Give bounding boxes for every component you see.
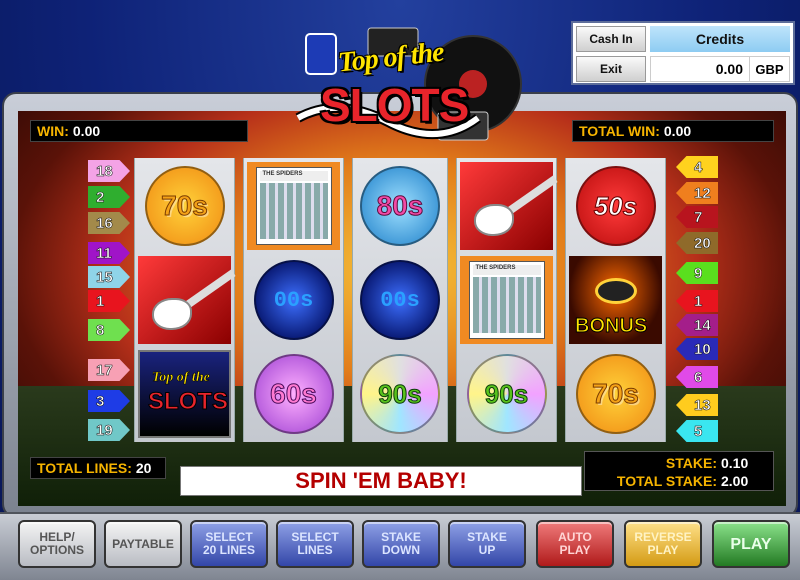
line-marker[interactable]: 19 <box>88 419 130 441</box>
line-marker[interactable]: 20 <box>676 232 718 254</box>
logo-symbol-line-1: Top of the <box>152 370 210 386</box>
win-label: WIN: <box>37 123 69 139</box>
cash-in-button[interactable]: Cash In <box>576 26 646 52</box>
status-message: SPIN 'EM BABY! <box>180 466 582 496</box>
reel-symbol: BONUS <box>569 256 662 344</box>
reel-symbol: THE SPIDERS <box>460 256 553 344</box>
select-lines-button[interactable]: SELECT LINES <box>276 520 354 568</box>
line-marker[interactable]: 16 <box>88 212 130 234</box>
line-marker[interactable]: 1 <box>676 290 718 312</box>
decade-disc-icon: 60s <box>253 354 334 434</box>
decade-disc-icon: 00s <box>360 260 440 340</box>
reverse-play-button[interactable]: REVERSE PLAY <box>624 520 702 568</box>
decade-disc-icon: 90s <box>466 354 547 434</box>
reel-symbol: 90s <box>356 350 444 438</box>
total-win-display: TOTAL WIN: 0.00 <box>572 120 774 142</box>
credits-panel: Cash In Credits Exit 0.00 GBP <box>571 21 795 85</box>
line-marker[interactable]: 18 <box>88 160 130 182</box>
stake-value: 0.10 <box>721 455 749 471</box>
reel-symbol: 60s <box>247 350 340 438</box>
logo-symbol-line-2: SLOTS <box>147 388 229 416</box>
reel-symbol <box>460 162 558 250</box>
reel: 80s 00s 90s <box>352 158 448 442</box>
reel-symbol: 50s <box>569 162 662 250</box>
auto-play-button[interactable]: AUTO PLAY <box>536 520 614 568</box>
line-marker[interactable]: 4 <box>676 156 718 178</box>
help-options-button[interactable]: HELP/ OPTIONS <box>18 520 96 568</box>
decade-disc-icon: 70s <box>575 354 656 434</box>
decade-disc-icon: 70s <box>144 166 225 246</box>
total-stake-value: 2.00 <box>721 473 749 489</box>
line-marker[interactable]: 17 <box>88 359 130 381</box>
control-button-bar: HELP/ OPTIONS PAYTABLE SELECT 20 LINES SELE… <box>0 512 800 580</box>
exit-button[interactable]: Exit <box>576 56 646 82</box>
slot-game: Cash In Credits Exit 0.00 GBP Top of the… <box>0 0 800 580</box>
line-marker[interactable]: 3 <box>88 390 130 412</box>
select-20-lines-button[interactable]: SELECT 20 LINES <box>190 520 268 568</box>
album-cover-icon: THE SPIDERS <box>460 256 553 344</box>
stake-down-button[interactable]: STAKE DOWN <box>362 520 440 568</box>
reel-symbol: 00s <box>247 256 340 344</box>
game-logo: Top of the SLOTS <box>278 26 523 144</box>
album-title: THE SPIDERS <box>259 171 328 181</box>
line-marker[interactable]: 1 <box>88 290 130 312</box>
guitar-icon <box>138 256 236 344</box>
reel: 50s BONUS 70s <box>565 158 666 442</box>
line-marker[interactable]: 7 <box>676 206 718 228</box>
decade-disc-icon: 90s <box>360 354 440 434</box>
line-marker[interactable]: 8 <box>88 319 130 341</box>
album-cover-icon: THE SPIDERS <box>247 162 340 250</box>
reel: THE SPIDERS 90s <box>456 158 558 442</box>
total-win-label: TOTAL WIN: <box>579 123 660 139</box>
total-stake-label: TOTAL STAKE: <box>616 473 717 489</box>
line-marker[interactable]: 14 <box>676 314 718 336</box>
bonus-label: BONUS <box>574 315 648 338</box>
reel-symbol: 70s <box>138 162 231 250</box>
total-lines-label: TOTAL LINES: <box>37 460 132 476</box>
credits-value: 0.00 <box>650 56 750 82</box>
reel-symbol: 80s <box>356 162 444 250</box>
win-display: WIN: 0.00 <box>30 120 248 142</box>
win-value: 0.00 <box>72 123 101 139</box>
play-button[interactable]: PLAY <box>712 520 790 568</box>
credits-label: Credits <box>650 26 790 52</box>
total-lines-display: TOTAL LINES: 20 <box>30 457 166 479</box>
line-marker[interactable]: 2 <box>88 186 130 208</box>
reel-symbol: 00s <box>356 256 444 344</box>
total-lines-value: 20 <box>135 460 152 476</box>
reel-symbol <box>138 256 236 344</box>
line-marker[interactable]: 9 <box>676 262 718 284</box>
logo-line-2: SLOTS <box>320 79 469 131</box>
line-marker[interactable]: 12 <box>676 182 718 204</box>
line-marker[interactable]: 11 <box>88 242 130 264</box>
reel-area: 70s Top of the SLOTS THE SPIDERS 00s 60s 80s 00… <box>134 158 666 442</box>
currency-label: GBP <box>750 56 790 82</box>
stake-display: STAKE: 0.10 TOTAL STAKE: 2.00 <box>584 451 774 491</box>
reel-symbol: 90s <box>460 350 553 438</box>
decade-disc-icon: 50s <box>575 166 656 246</box>
line-marker[interactable]: 15 <box>88 266 130 288</box>
guitar-icon <box>460 162 558 250</box>
reel: THE SPIDERS 00s 60s <box>243 158 344 442</box>
stake-label: STAKE: <box>665 455 717 471</box>
stake-up-button[interactable]: STAKE UP <box>448 520 526 568</box>
paytable-button[interactable]: PAYTABLE <box>104 520 182 568</box>
decade-disc-icon: 80s <box>360 166 440 246</box>
line-marker[interactable]: 13 <box>676 394 718 416</box>
reel-symbol: 70s <box>569 350 662 438</box>
reel-symbol: Top of the SLOTS <box>138 350 231 438</box>
reel: 70s Top of the SLOTS <box>134 158 236 442</box>
line-marker[interactable]: 5 <box>676 420 718 442</box>
line-marker[interactable]: 6 <box>676 366 718 388</box>
line-marker[interactable]: 10 <box>676 338 718 360</box>
reel-symbol: THE SPIDERS <box>247 162 340 250</box>
decade-disc-icon: 00s <box>253 260 334 340</box>
logo-symbol-icon: Top of the SLOTS <box>138 350 231 438</box>
total-win-value: 0.00 <box>663 123 692 139</box>
left-line-markers: 18 2 16 11 15 1 8 17 3 19 <box>88 158 130 448</box>
bonus-icon: BONUS <box>569 256 662 344</box>
right-line-markers: 4 12 7 20 9 1 14 10 6 13 5 <box>676 156 718 448</box>
album-title: THE SPIDERS <box>472 265 541 275</box>
